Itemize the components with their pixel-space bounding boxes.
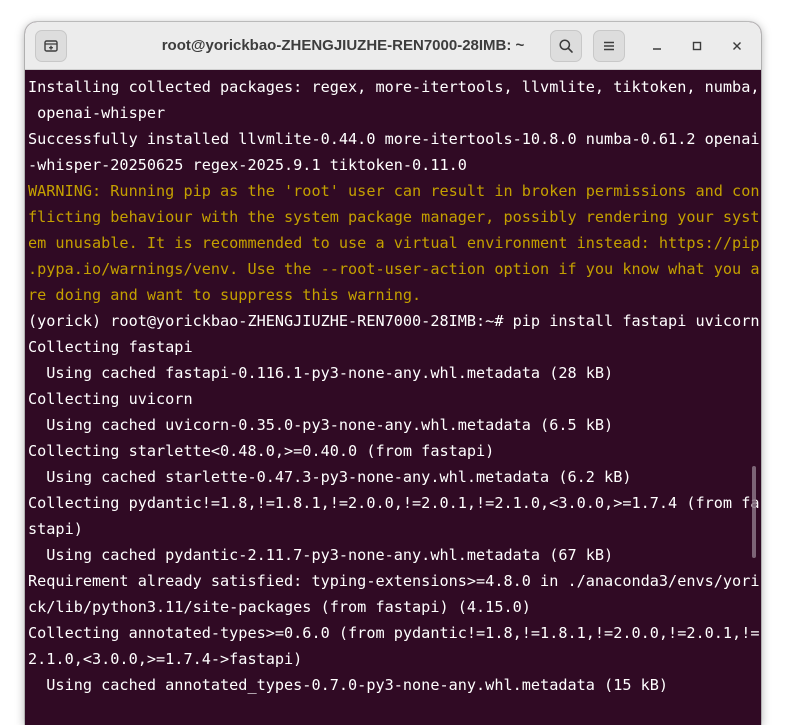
close-button[interactable] — [725, 34, 749, 58]
minimize-icon — [653, 48, 661, 50]
maximize-icon — [692, 41, 702, 51]
terminal-lines: Installing collected packages: regex, mo… — [28, 74, 760, 698]
terminal-line: (yorick) root@yorickbao-ZHENGJIUZHE-REN7… — [28, 312, 760, 330]
terminal-line: stapi) — [28, 520, 83, 538]
warning-line: re doing and want to suppress this warni… — [28, 286, 422, 304]
search-icon — [559, 39, 573, 53]
titlebar: root@yorickbao-ZHENGJIUZHE-REN7000-28IMB… — [25, 22, 761, 70]
warning-line: .pypa.io/warnings/venv. Use the --root-u… — [28, 260, 760, 278]
window-title: root@yorickbao-ZHENGJIUZHE-REN7000-28IMB… — [161, 37, 525, 54]
new-tab-button[interactable] — [35, 30, 67, 62]
terminal-line: ck/lib/python3.11/site-packages (from fa… — [28, 598, 531, 616]
hamburger-menu-icon — [604, 41, 614, 51]
menu-button[interactable] — [593, 30, 625, 62]
maximize-button[interactable] — [685, 34, 709, 58]
terminal-line: 2.1.0,<3.0.0,>=1.7.4->fastapi) — [28, 650, 303, 668]
terminal-line: Using cached starlette-0.47.3-py3-none-a… — [28, 468, 632, 486]
terminal-line: Using cached annotated_types-0.7.0-py3-n… — [28, 676, 669, 694]
terminal-line: -whisper-20250625 regex-2025.9.1 tiktoke… — [28, 156, 467, 174]
warning-line: em unusable. It is recommended to use a … — [28, 234, 760, 252]
terminal-line: Collecting annotated-types>=0.6.0 (from … — [28, 624, 760, 642]
terminal-line: Using cached pydantic-2.11.7-py3-none-an… — [28, 546, 614, 564]
terminal-line: Collecting starlette<0.48.0,>=0.40.0 (fr… — [28, 442, 495, 460]
warning-line: WARNING: Running pip as the 'root' user … — [28, 182, 760, 200]
terminal-window: root@yorickbao-ZHENGJIUZHE-REN7000-28IMB… — [25, 22, 761, 725]
terminal-output[interactable]: Installing collected packages: regex, mo… — [25, 70, 761, 725]
minimize-button[interactable] — [645, 34, 669, 58]
terminal-scrollbar[interactable] — [752, 466, 756, 558]
terminal-line: Collecting pydantic!=1.8,!=1.8.1,!=2.0.0… — [28, 494, 760, 512]
close-icon — [733, 42, 741, 50]
terminal-line: Installing collected packages: regex, mo… — [28, 78, 760, 96]
terminal-line: Successfully installed llvmlite-0.44.0 m… — [28, 130, 760, 148]
terminal-line: Collecting uvicorn — [28, 390, 193, 408]
terminal-line: openai-whisper — [28, 104, 166, 122]
warning-line: flicting behaviour with the system packa… — [28, 208, 760, 226]
terminal-line: Collecting fastapi — [28, 338, 193, 356]
terminal-line: Requirement already satisfied: typing-ex… — [28, 572, 760, 590]
new-tab-icon — [44, 40, 58, 52]
terminal-line: Using cached uvicorn-0.35.0-py3-none-any… — [28, 416, 614, 434]
terminal-line: Using cached fastapi-0.116.1-py3-none-an… — [28, 364, 614, 382]
search-button[interactable] — [550, 30, 582, 62]
